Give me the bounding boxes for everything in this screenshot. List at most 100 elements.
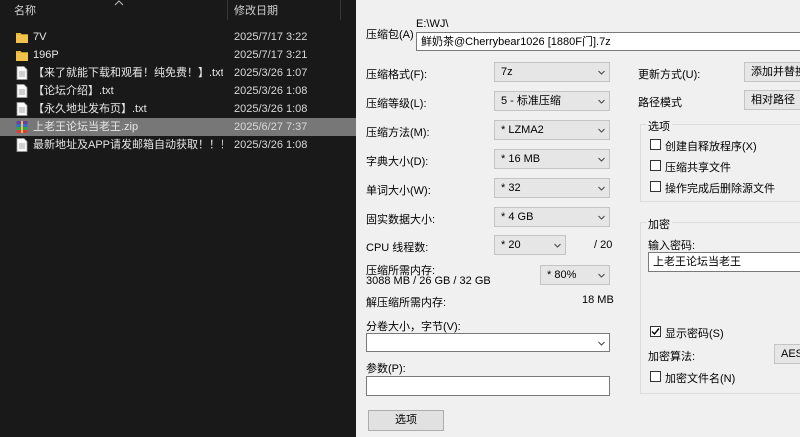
enc-method-label: 加密算法: — [648, 351, 696, 363]
folder-icon — [16, 48, 28, 62]
file-date: 2025/7/17 3:22 — [234, 31, 308, 43]
level-label: 压缩等级(L): — [366, 98, 427, 110]
update-value: 添加并替换 — [751, 66, 800, 78]
dict-label: 字典大小(D): — [366, 156, 429, 168]
shared-checkbox[interactable] — [650, 160, 661, 171]
folder-icon — [16, 30, 28, 44]
method-select[interactable]: * LZMA2 — [494, 120, 610, 140]
file-row[interactable]: 【来了就能下载和观看！纯免费！】.txt 2025/3/26 1:07 — [0, 64, 356, 82]
sfx-checkbox[interactable] — [650, 139, 661, 150]
encrypt-names-label: 加密文件名(N) — [665, 373, 736, 385]
split-label: 分卷大小，字节(V): — [366, 321, 461, 333]
file-name: 最新地址及APP请发邮箱自动获取！！！.... — [33, 139, 223, 151]
password-input[interactable]: 上老王论坛当老王 — [648, 252, 800, 272]
file-name: 7V — [33, 31, 47, 43]
encrypt-names-checkbox[interactable] — [650, 371, 661, 382]
options-button[interactable]: 选项 — [368, 410, 444, 431]
solid-label: 固实数据大小: — [366, 214, 436, 226]
text-file-icon — [16, 138, 28, 152]
decomp-value: 18 MB — [582, 294, 614, 306]
file-date: 2025/3/26 1:07 — [234, 67, 308, 79]
file-date: 2025/3/26 1:08 — [234, 103, 308, 115]
file-row[interactable]: 7V 2025/7/17 3:22 — [0, 28, 356, 46]
text-file-icon — [16, 66, 28, 80]
solid-select[interactable]: * 4 GB — [494, 207, 610, 227]
file-explorer: 名称 修改日期 7V 2025/7/17 3:22 196P 2025/7/17 3:… — [0, 0, 356, 437]
file-name: 上老王论坛当老王.zip — [33, 121, 139, 133]
file-row[interactable]: 【永久地址发布页】.txt 2025/3/26 1:08 — [0, 100, 356, 118]
delete-after-checkbox[interactable] — [650, 181, 661, 192]
chevron-down-icon — [598, 99, 605, 104]
file-date: 2025/7/17 3:21 — [234, 49, 308, 61]
params-input[interactable] — [366, 376, 610, 396]
show-password-checkbox[interactable] — [650, 326, 661, 337]
word-label: 单词大小(W): — [366, 185, 431, 197]
archive-name-value: 鲜奶茶@Cherrybear1026 [1880F门].7z — [421, 36, 611, 48]
mem-value: * 80% — [547, 269, 577, 281]
level-value: 5 - 标准压缩 — [501, 95, 561, 107]
path-mode-label: 路径模式 — [638, 97, 682, 109]
encryption-group-title: 加密 — [646, 216, 672, 232]
column-header-date[interactable]: 修改日期 — [234, 0, 278, 22]
chevron-up-icon[interactable] — [114, 0, 124, 6]
checkmark-icon — [651, 328, 660, 336]
file-name: 【论坛介绍】.txt — [33, 85, 114, 97]
chevron-down-icon — [598, 186, 605, 191]
file-date: 2025/6/27 7:37 — [234, 121, 308, 133]
dict-select[interactable]: * 16 MB — [494, 149, 610, 169]
decomp-label: 解压缩所需内存: — [366, 297, 447, 309]
mem-detail: 3088 MB / 26 GB / 32 GB — [366, 275, 491, 287]
column-header-name[interactable]: 名称 — [14, 0, 36, 22]
update-label: 更新方式(U): — [638, 69, 701, 81]
file-row[interactable]: 196P 2025/7/17 3:21 — [0, 46, 356, 64]
word-value: * 32 — [501, 182, 521, 194]
solid-value: * 4 GB — [501, 211, 534, 223]
method-value: * LZMA2 — [501, 124, 544, 136]
file-name: 【永久地址发布页】.txt — [33, 103, 147, 115]
enc-method-select[interactable]: AES- — [774, 344, 800, 364]
zip-archive-icon — [16, 120, 28, 134]
column-divider[interactable] — [227, 0, 228, 20]
password-label: 输入密码: — [648, 240, 696, 252]
cpu-select[interactable]: * 20 — [494, 235, 566, 255]
sfx-label: 创建自释放程序(X) — [665, 141, 757, 153]
path-mode-value: 相对路径 — [751, 94, 795, 106]
cpu-label: CPU 线程数: — [366, 242, 429, 254]
chevron-down-icon — [598, 70, 605, 75]
file-row[interactable]: 最新地址及APP请发邮箱自动获取！！！.... 2025/3/26 1:08 — [0, 136, 356, 154]
word-select[interactable]: * 32 — [494, 178, 610, 198]
chevron-down-icon — [598, 215, 605, 220]
cpu-value: * 20 — [501, 239, 521, 251]
format-select[interactable]: 7z — [494, 62, 610, 82]
chevron-down-icon — [598, 128, 605, 133]
mem-select[interactable]: * 80% — [540, 265, 610, 285]
file-date: 2025/3/26 1:08 — [234, 85, 308, 97]
text-file-icon — [16, 84, 28, 98]
format-value: 7z — [501, 66, 513, 78]
chevron-down-icon — [554, 243, 561, 248]
file-date: 2025/3/26 1:08 — [234, 139, 308, 151]
show-password-label: 显示密码(S) — [665, 328, 724, 340]
level-select[interactable]: 5 - 标准压缩 — [494, 91, 610, 111]
chevron-down-icon — [598, 273, 605, 278]
archive-label: 压缩包(A) — [366, 29, 414, 41]
shared-label: 压缩共享文件 — [665, 162, 731, 174]
options-group-title: 选项 — [646, 118, 672, 134]
params-label: 参数(P): — [366, 363, 406, 375]
archive-name-input[interactable]: 鲜奶茶@Cherrybear1026 [1880F门].7z — [416, 32, 800, 51]
enc-method-value: AES- — [781, 348, 800, 360]
text-file-icon — [16, 102, 28, 116]
add-to-archive-dialog: 压缩包(A) E:\WJ\ 鲜奶茶@Cherrybear1026 [1880F门… — [356, 0, 800, 437]
file-row[interactable]: 上老王论坛当老王.zip 2025/6/27 7:37 — [0, 118, 356, 136]
cpu-total: / 20 — [594, 239, 613, 251]
split-size-combo[interactable] — [366, 333, 610, 352]
file-row[interactable]: 【论坛介绍】.txt 2025/3/26 1:08 — [0, 82, 356, 100]
chevron-down-icon — [598, 157, 605, 162]
update-select[interactable]: 添加并替换 — [744, 62, 800, 82]
chevron-down-icon — [598, 341, 605, 346]
path-mode-select[interactable]: 相对路径 — [744, 90, 800, 110]
delete-after-label: 操作完成后删除源文件 — [665, 183, 775, 195]
column-divider[interactable] — [340, 0, 341, 20]
method-label: 压缩方法(M): — [366, 127, 430, 139]
file-name: 196P — [33, 49, 59, 61]
